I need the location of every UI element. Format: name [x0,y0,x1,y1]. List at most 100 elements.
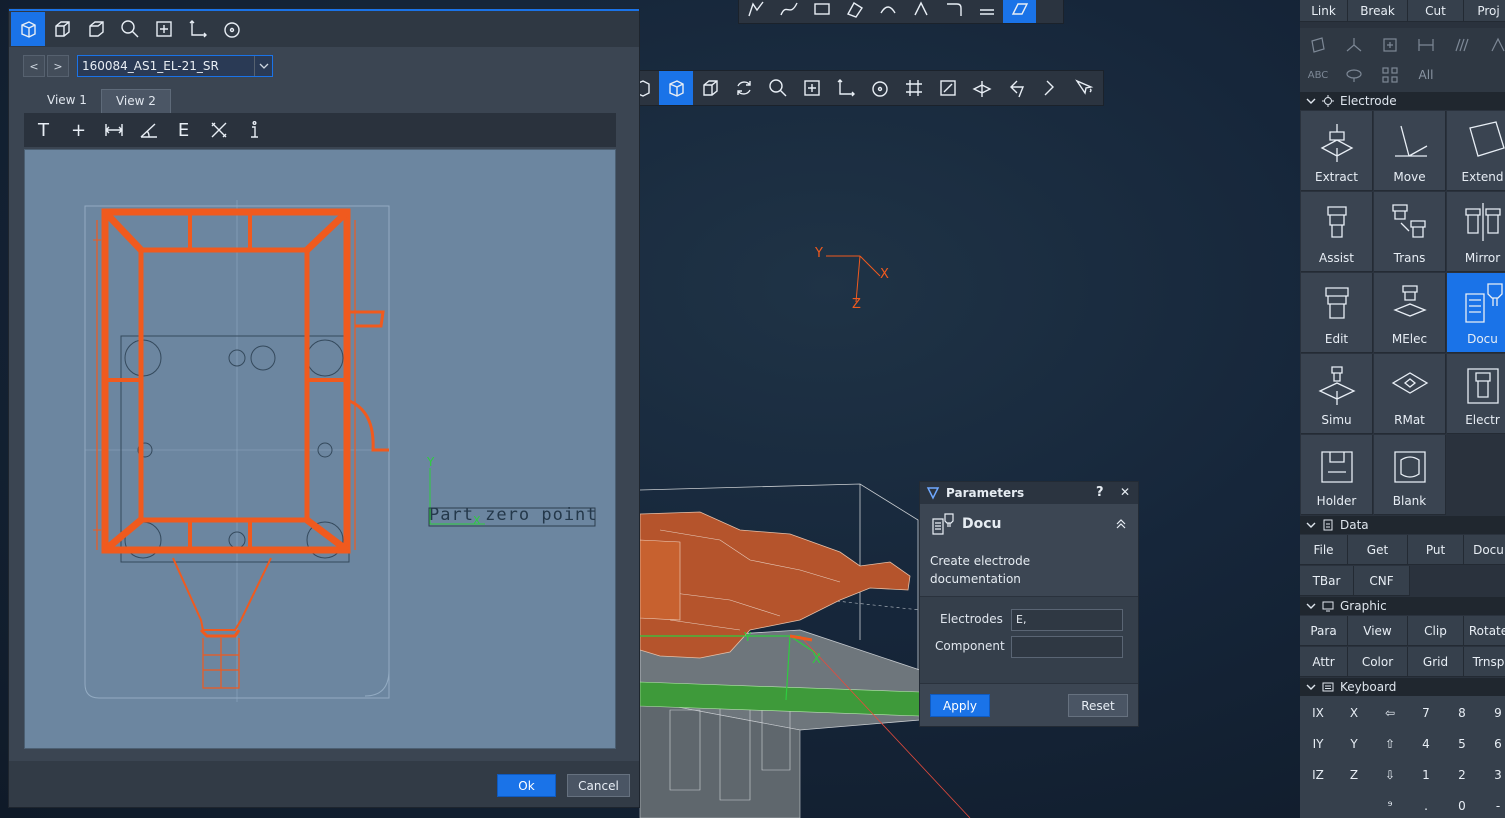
offset-tool-icon[interactable] [970,0,1003,23]
key-button[interactable]: 9 [1480,698,1505,728]
key-button[interactable]: 6 [1480,729,1505,759]
curve-filter-icon[interactable] [1480,30,1505,60]
view-back-icon[interactable] [999,71,1033,105]
prev-button[interactable]: < [23,55,45,77]
zoom-fit-icon[interactable] [147,12,181,46]
electrode-blank-button[interactable]: Blank [1374,435,1446,515]
electrode-rmat-button[interactable]: RMat [1374,354,1446,434]
electrode-holder-button[interactable]: Holder [1301,435,1373,515]
file-button[interactable]: File [1300,535,1348,565]
text-filter-button[interactable]: ABC [1300,60,1336,90]
spline-tool-icon[interactable] [772,0,805,23]
text-tool-button[interactable]: T [26,113,61,147]
view-button[interactable]: View [1348,616,1408,646]
info-icon[interactable] [236,113,271,147]
para-button[interactable]: Para [1300,616,1348,646]
electrodes-field[interactable]: E, [1011,609,1123,631]
key-button[interactable]: ⇦ [1372,698,1408,728]
key-button[interactable]: IZ [1300,760,1336,790]
cnf-button[interactable]: CNF [1354,566,1410,596]
key-button[interactable]: IX [1300,698,1336,728]
proj-button[interactable]: Proj [1464,0,1505,22]
apply-button[interactable]: Apply [930,694,990,717]
shaded-view-icon[interactable] [45,12,79,46]
electrode-trans-button[interactable]: Trans [1374,192,1446,272]
break-button[interactable]: Break [1348,0,1408,22]
pick-help-icon[interactable] [1067,71,1101,105]
hidden-line-view-icon[interactable] [693,71,727,105]
ellipse-filter-icon[interactable] [1336,60,1372,90]
clip-button[interactable]: Clip [1408,616,1464,646]
key-button[interactable]: 0 [1444,791,1480,818]
loft-tool-icon[interactable] [904,0,937,23]
zoom-icon[interactable] [113,12,147,46]
attr-button[interactable]: Attr [1300,647,1348,677]
shaded-view-icon[interactable] [659,71,693,105]
point-tool-button[interactable]: + [61,113,96,147]
surface-tool-icon[interactable] [805,0,838,23]
hatch-filter-icon[interactable] [1444,30,1480,60]
electrode-melec-button[interactable]: MElec [1374,273,1446,353]
drawing-sheet[interactable]: Y X Part zero point [24,149,616,749]
tbar-button[interactable]: TBar [1300,566,1354,596]
next-button[interactable]: > [47,55,69,77]
sweep-tool-icon[interactable] [871,0,904,23]
grid-button[interactable]: Grid [1408,647,1464,677]
key-button[interactable]: 4 [1408,729,1444,759]
section-data[interactable]: Data [1300,516,1505,534]
help-button[interactable]: ? [1096,485,1104,500]
tab-view-2[interactable]: View 2 [100,89,171,113]
key-button[interactable]: 7 [1408,698,1444,728]
rotate-view-icon[interactable] [215,12,249,46]
key-button[interactable]: Y [1336,729,1372,759]
put-button[interactable]: Put [1408,535,1464,565]
key-button[interactable]: 1 [1408,760,1444,790]
curve-tool-icon[interactable] [739,0,772,23]
section-graphic[interactable]: Graphic [1300,597,1505,615]
rotate-view-icon[interactable] [863,71,897,105]
reset-button[interactable]: Reset [1068,694,1128,717]
zoom-icon[interactable] [761,71,795,105]
rotate-button[interactable]: Rotate [1464,616,1505,646]
electrode-extend-button[interactable]: Extend [1447,111,1505,191]
face-select-icon[interactable] [1003,0,1036,23]
zoom-fit-icon[interactable] [795,71,829,105]
cut-button[interactable]: Cut [1408,0,1464,22]
key-button[interactable]: 2 [1444,760,1480,790]
delete-annotation-icon[interactable] [201,113,236,147]
dimension-filter-icon[interactable] [1408,30,1444,60]
key-button[interactable]: IY [1300,729,1336,759]
all-filter-button[interactable]: All [1408,60,1444,90]
fillet-tool-icon[interactable] [937,0,970,23]
electrode-label-button[interactable]: E [166,113,201,147]
view-plane-icon[interactable] [965,71,999,105]
key-button[interactable]: . [1408,791,1444,818]
electrode-assist-button[interactable]: Assist [1301,192,1373,272]
key-button[interactable]: Z [1336,760,1372,790]
view-forward-icon[interactable] [1033,71,1067,105]
frame-filter-icon[interactable] [1372,30,1408,60]
electrode-edit-button[interactable]: Edit [1301,273,1373,353]
key-button[interactable]: - [1480,791,1505,818]
link-button[interactable]: Link [1300,0,1348,22]
hidden-line-view-icon[interactable] [79,12,113,46]
dimension-icon[interactable] [96,113,131,147]
tab-view-1[interactable]: View 1 [33,89,101,113]
wireframe-view-icon[interactable] [11,12,45,46]
key-button[interactable]: X [1336,698,1372,728]
component-field[interactable] [1011,636,1123,658]
redraw-icon[interactable] [727,71,761,105]
plane-filter-icon[interactable] [1300,30,1336,60]
point-filter-icon[interactable] [1336,30,1372,60]
key-button[interactable]: 3 [1480,760,1505,790]
grid-icon[interactable] [897,71,931,105]
electrode-simu-button[interactable]: Simu [1301,354,1373,434]
section-keyboard[interactable]: Keyboard [1300,678,1505,696]
electrode-move-button[interactable]: Move [1374,111,1446,191]
angle-dimension-icon[interactable] [131,113,166,147]
section-electrode[interactable]: Electrode [1300,92,1505,110]
axes-icon[interactable] [829,71,863,105]
docu-data-button[interactable]: Docu [1464,535,1505,565]
key-button[interactable]: ⁹ [1372,791,1408,818]
transparency-button[interactable]: Trnsp [1464,647,1505,677]
